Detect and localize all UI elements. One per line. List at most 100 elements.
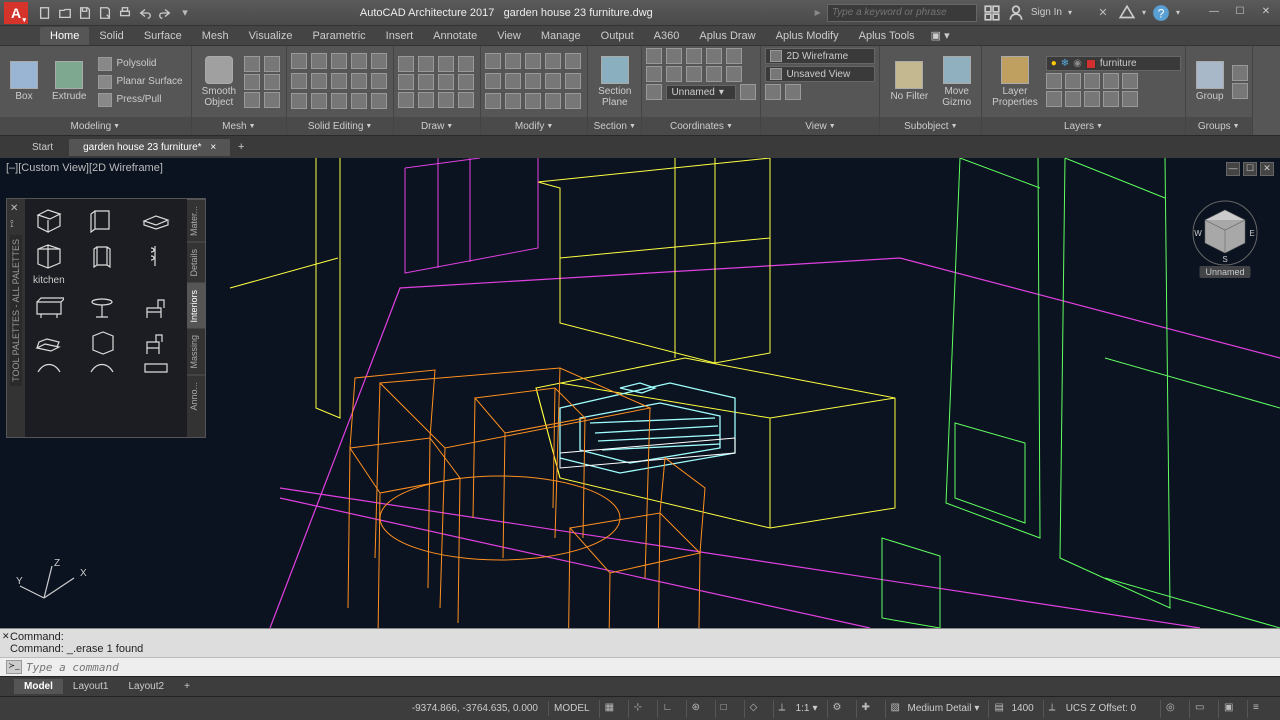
- no-filter-button[interactable]: No Filter: [884, 59, 934, 104]
- open-icon[interactable]: [58, 6, 72, 20]
- layer-icon[interactable]: [1122, 73, 1138, 89]
- draw-icon[interactable]: [398, 92, 414, 108]
- mod-icon[interactable]: [525, 93, 541, 109]
- status-scale-button[interactable]: ⟂1:1 ▾: [773, 700, 823, 718]
- palette-item[interactable]: [138, 241, 174, 271]
- print-icon[interactable]: [118, 6, 132, 20]
- cmd-close-icon[interactable]: ✕: [2, 631, 14, 643]
- draw-icon[interactable]: [418, 92, 434, 108]
- draw-icon[interactable]: [398, 56, 414, 72]
- tab-home[interactable]: Home: [40, 27, 89, 45]
- polysolid-button[interactable]: Polysolid: [94, 56, 186, 72]
- status-polar-icon[interactable]: ⊛: [686, 700, 711, 718]
- layer-icon[interactable]: [1122, 91, 1138, 107]
- viewport[interactable]: [–][Custom View][2D Wireframe] — ☐ ✕: [0, 158, 1280, 628]
- layout-tab-1[interactable]: Layout1: [63, 679, 119, 694]
- se-icon[interactable]: [351, 53, 367, 69]
- coord-icon[interactable]: [740, 84, 756, 100]
- saved-view-dropdown[interactable]: Unsaved View: [765, 66, 875, 82]
- palette-tab[interactable]: Interiors: [187, 283, 205, 329]
- palette-pin-icon[interactable]: ⟟: [10, 219, 22, 231]
- extrude-button[interactable]: Extrude: [46, 59, 92, 104]
- status-snap-icon[interactable]: ⊹: [628, 700, 653, 718]
- se-icon[interactable]: [371, 93, 387, 109]
- group-icon[interactable]: [1232, 83, 1248, 99]
- palette-item[interactable]: [84, 241, 120, 271]
- save-icon[interactable]: [78, 6, 92, 20]
- redo-icon[interactable]: [158, 6, 172, 20]
- se-icon[interactable]: [371, 73, 387, 89]
- layout-tab-2[interactable]: Layout2: [118, 679, 174, 694]
- coord-icon[interactable]: [666, 48, 682, 64]
- mod-icon[interactable]: [505, 93, 521, 109]
- palette-item[interactable]: [138, 292, 174, 322]
- palette-item[interactable]: [138, 362, 174, 374]
- sign-in-label[interactable]: Sign In: [1031, 7, 1062, 18]
- se-icon[interactable]: [331, 53, 347, 69]
- draw-icon[interactable]: [458, 92, 474, 108]
- palette-item[interactable]: [138, 328, 174, 358]
- se-icon[interactable]: [311, 93, 327, 109]
- layer-dropdown[interactable]: ●❄◉ furniture: [1046, 56, 1181, 71]
- layer-icon[interactable]: [1065, 91, 1081, 107]
- mod-icon[interactable]: [485, 93, 501, 109]
- doc-tab-file[interactable]: garden house 23 furniture* ×: [69, 139, 230, 156]
- palette-item[interactable]: [84, 362, 120, 374]
- coord-icon[interactable]: [646, 84, 662, 100]
- tab-aplusmodify[interactable]: Aplus Modify: [766, 27, 849, 45]
- layer-icon[interactable]: [1046, 73, 1062, 89]
- draw-icon[interactable]: [438, 56, 454, 72]
- mod-icon[interactable]: [505, 73, 521, 89]
- visual-style-dropdown[interactable]: 2D Wireframe: [765, 48, 875, 64]
- palette-item[interactable]: [31, 328, 67, 358]
- status-elev-button[interactable]: ▤1400: [988, 700, 1038, 718]
- status-3dosnap-icon[interactable]: ◇: [744, 700, 769, 718]
- status-grid-icon[interactable]: ▦: [599, 700, 624, 718]
- palette-item[interactable]: [31, 241, 67, 271]
- viewcube-ucs-label[interactable]: Unnamed: [1199, 266, 1250, 278]
- palette-item[interactable]: [84, 205, 120, 235]
- mod-icon[interactable]: [485, 73, 501, 89]
- status-detail-dropdown[interactable]: ▧Medium Detail ▾: [885, 700, 985, 718]
- panel-title-mesh[interactable]: Mesh: [192, 117, 286, 135]
- se-icon[interactable]: [291, 73, 307, 89]
- ribbon-overflow-button[interactable]: ▣ ▾: [925, 26, 956, 45]
- draw-icon[interactable]: [398, 74, 414, 90]
- layer-icon[interactable]: [1084, 73, 1100, 89]
- status-hardware-icon[interactable]: ▭: [1189, 700, 1214, 718]
- tab-parametric[interactable]: Parametric: [302, 27, 375, 45]
- draw-icon[interactable]: [438, 74, 454, 90]
- palette-tab[interactable]: Mater...: [187, 199, 205, 242]
- palette-item[interactable]: [84, 292, 120, 322]
- se-icon[interactable]: [371, 53, 387, 69]
- a360-icon[interactable]: [1118, 4, 1136, 22]
- mesh-icon[interactable]: [264, 92, 280, 108]
- tab-aplustools[interactable]: Aplus Tools: [849, 27, 925, 45]
- close-button[interactable]: ✕: [1256, 6, 1276, 20]
- palette-tab[interactable]: Details: [187, 242, 205, 283]
- saveas-icon[interactable]: [98, 6, 112, 20]
- draw-icon[interactable]: [458, 74, 474, 90]
- tab-visualize[interactable]: Visualize: [239, 27, 303, 45]
- palette-item[interactable]: [31, 292, 67, 322]
- layer-icon[interactable]: [1065, 73, 1081, 89]
- coord-icon[interactable]: [726, 48, 742, 64]
- mod-icon[interactable]: [565, 73, 581, 89]
- panel-title-modeling[interactable]: Modeling: [0, 117, 191, 135]
- layer-icon[interactable]: [1103, 91, 1119, 107]
- infocenter-icon[interactable]: [983, 4, 1001, 22]
- mod-icon[interactable]: [545, 93, 561, 109]
- palette-tab[interactable]: Massing: [187, 328, 205, 375]
- se-icon[interactable]: [331, 73, 347, 89]
- doc-tab-close-icon[interactable]: ×: [210, 142, 216, 153]
- tab-surface[interactable]: Surface: [134, 27, 192, 45]
- panel-title-solid-editing[interactable]: Solid Editing: [287, 117, 393, 135]
- help-search-input[interactable]: [827, 4, 977, 22]
- group-button[interactable]: Group: [1190, 59, 1230, 104]
- se-icon[interactable]: [291, 53, 307, 69]
- tab-output[interactable]: Output: [591, 27, 644, 45]
- mod-icon[interactable]: [525, 73, 541, 89]
- tab-solid[interactable]: Solid: [89, 27, 133, 45]
- status-gear-icon[interactable]: ⚙: [827, 700, 852, 718]
- presspull-button[interactable]: Press/Pull: [94, 92, 186, 108]
